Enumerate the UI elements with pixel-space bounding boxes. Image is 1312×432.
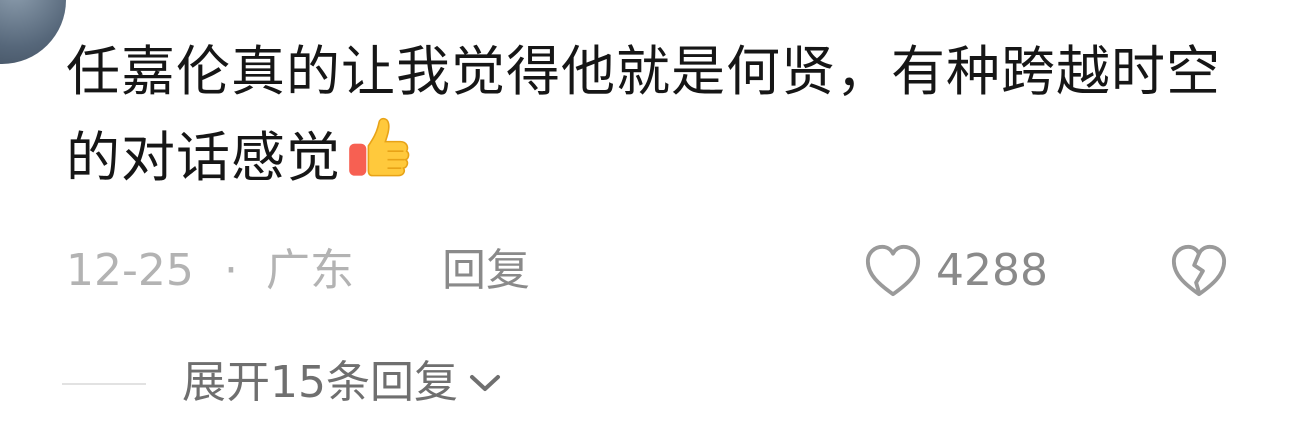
like-count: 4288 xyxy=(936,245,1048,296)
comment-date: 12-25 xyxy=(66,245,194,296)
comment-text: 任嘉伦真的让我觉得他就是何贤，有种跨越时空的对话感觉 xyxy=(66,40,1221,189)
comment-body: 任嘉伦真的让我觉得他就是何贤，有种跨越时空的对话感觉 xyxy=(66,30,1246,200)
comment-meta-row: 12-25 · 广东 回复 4288 xyxy=(66,236,1266,306)
expand-replies-button[interactable]: 展开15条回复 xyxy=(182,348,502,418)
avatar[interactable] xyxy=(0,0,66,64)
meta-separator: · xyxy=(224,245,238,296)
chevron-down-icon xyxy=(470,375,500,391)
comment-location: 广东 xyxy=(266,245,354,296)
broken-heart-icon[interactable] xyxy=(1168,242,1230,300)
reply-button[interactable]: 回复 xyxy=(442,236,530,306)
expand-replies-row: 展开15条回复 xyxy=(62,348,662,418)
divider xyxy=(62,383,146,385)
like-button[interactable]: 4288 xyxy=(862,236,1048,306)
heart-outline-icon[interactable] xyxy=(862,242,924,300)
thumbs-up-emoji-icon xyxy=(349,117,410,177)
expand-replies-label: 展开15条回复 xyxy=(182,357,458,408)
